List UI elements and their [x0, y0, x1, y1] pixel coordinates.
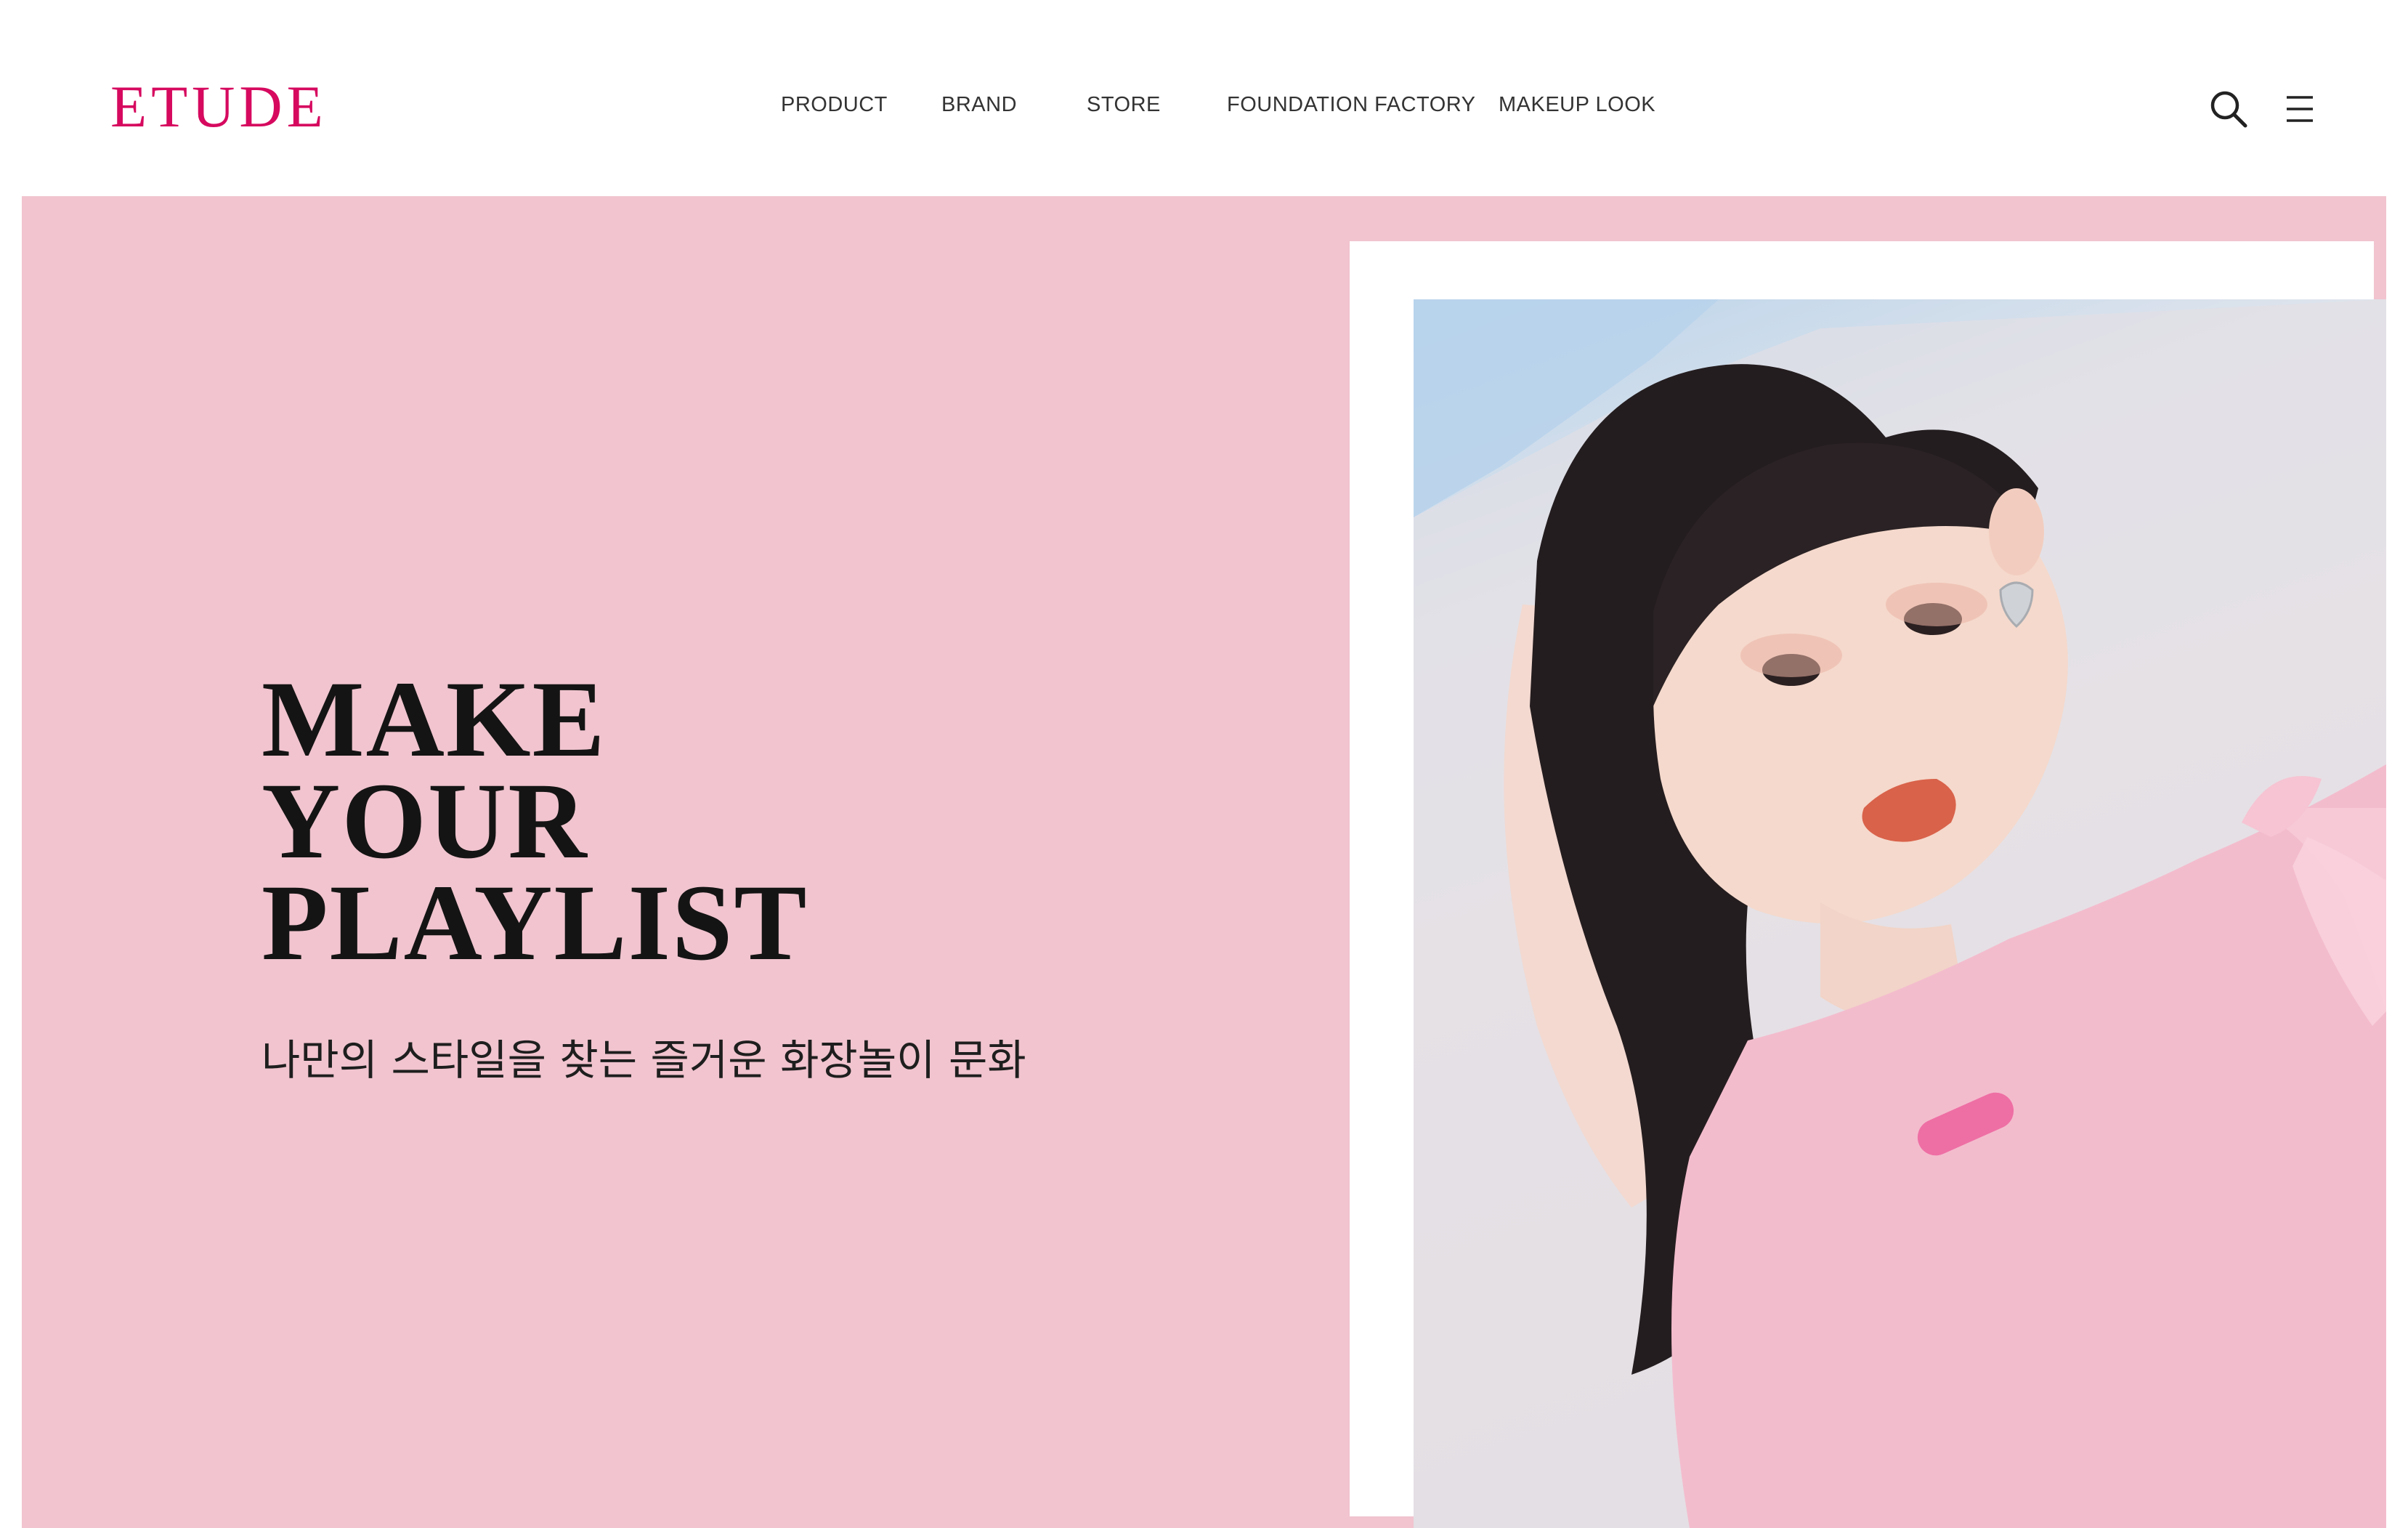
search-icon[interactable] [2208, 89, 2249, 129]
page: ETUDE PRODUCT BRAND STORE FOUNDATION FAC… [0, 0, 2408, 1528]
etude-logo[interactable]: ETUDE [110, 73, 328, 141]
nav-makeup-look[interactable]: MAKEUP LOOK [1499, 93, 1655, 117]
nav-product[interactable]: PRODUCT [781, 93, 888, 117]
nav-brand[interactable]: BRAND [941, 93, 1017, 117]
hero-title: MAKE YOUR PLAYLIST [262, 659, 808, 983]
hamburger-menu-icon[interactable] [2284, 93, 2316, 125]
hero-subtitle: 나만의 스타일을 찾는 즐거운 화장놀이 문화 [262, 1035, 1026, 1085]
site-header: ETUDE PRODUCT BRAND STORE FOUNDATION FAC… [0, 0, 2408, 196]
hero-banner[interactable]: MAKE YOUR PLAYLIST 나만의 스타일을 찾는 즐거운 화장놀이 … [22, 196, 2386, 1528]
hero-title-line-1: MAKE [262, 659, 607, 780]
nav-store[interactable]: STORE [1087, 93, 1161, 117]
hero-title-line-3: PLAYLIST [262, 862, 808, 983]
hero-title-line-2: YOUR [262, 761, 588, 881]
model-photo [1414, 299, 2386, 1528]
nav-foundation-factory[interactable]: FOUNDATION FACTORY [1227, 93, 1476, 117]
